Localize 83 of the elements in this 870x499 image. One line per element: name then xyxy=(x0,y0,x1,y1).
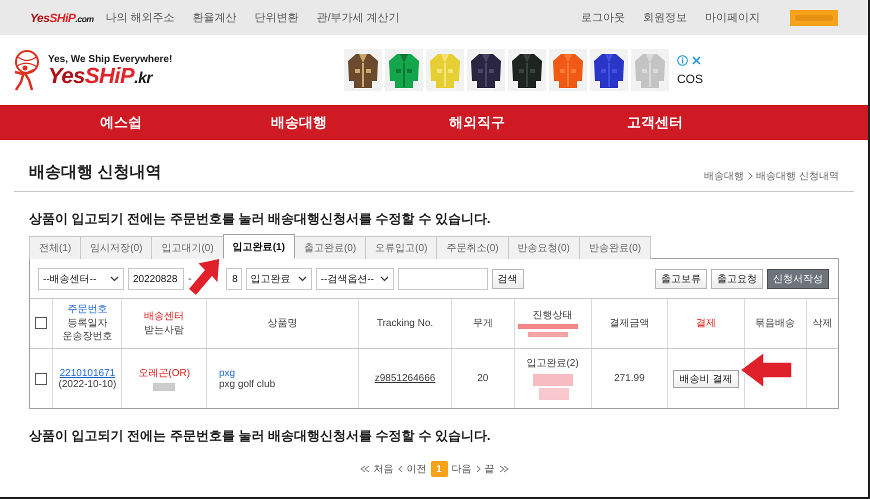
select-all-checkbox[interactable] xyxy=(35,317,48,330)
tracking-link[interactable]: z9851264666 xyxy=(374,373,436,384)
ad-brand[interactable]: COS xyxy=(677,72,704,86)
info-icon xyxy=(677,54,688,66)
nav-item[interactable]: 고객센터 xyxy=(627,114,683,132)
column-header: 배송센터 xyxy=(143,310,186,324)
logo[interactable]: YesSHiP.kr xyxy=(48,64,172,86)
double-chevron-right-icon xyxy=(498,465,510,473)
nav-link[interactable]: 관/부가세 계산기 xyxy=(316,10,400,25)
action-button[interactable]: 출고요청 xyxy=(711,269,763,289)
nav-item[interactable]: 배송대행 xyxy=(271,114,327,132)
tab[interactable]: 입고대기(0) xyxy=(151,236,224,259)
pay-shipping-button[interactable]: 배송비 결제 xyxy=(672,370,740,388)
tab[interactable]: 주문취소(0) xyxy=(436,236,509,259)
column-header: 무게 xyxy=(472,316,494,330)
column-header: 결제 xyxy=(695,316,718,330)
column-header: 받는사람 xyxy=(143,324,186,337)
tab[interactable]: 출고완료(0) xyxy=(294,236,366,259)
tab[interactable]: 오류입고(0) xyxy=(365,236,438,259)
blurred-text xyxy=(530,372,575,402)
column-header: Tracking No. xyxy=(376,316,434,330)
column-header: 묶음배송 xyxy=(754,316,796,330)
registration-date: (2022-10-10) xyxy=(58,378,118,390)
nav-item[interactable]: 해외직구 xyxy=(449,114,505,132)
double-chevron-left-icon xyxy=(358,465,370,473)
order-number-link[interactable]: 2210101671 xyxy=(56,368,118,378)
pointer-arrow xyxy=(186,256,222,298)
last-page-link[interactable]: 끝 xyxy=(484,462,494,476)
caret-icon xyxy=(298,276,307,282)
caret-icon xyxy=(380,276,389,282)
tab[interactable]: 반송완료(0) xyxy=(578,236,652,259)
date-field[interactable]: 20220828 xyxy=(128,268,184,290)
status-text: 입고완료(2) xyxy=(525,356,580,370)
page-title: 배송대행 신청내역 xyxy=(29,163,162,183)
date-field[interactable]: 8 xyxy=(226,268,242,290)
logo[interactable]: YesSHiP.com xyxy=(30,10,94,24)
search-field[interactable] xyxy=(398,268,488,290)
column-header: 삭제 xyxy=(811,316,834,330)
nav-link[interactable]: 나의 해외주소 xyxy=(106,10,175,25)
blurred-text xyxy=(153,383,176,391)
product-name: pxg golf club xyxy=(218,378,276,390)
tab[interactable]: 임시저장(0) xyxy=(80,236,152,259)
select-field[interactable]: --배송센터-- xyxy=(38,268,124,290)
column-header: 등록일자 xyxy=(66,316,108,330)
action-button[interactable]: 신청서작성 xyxy=(767,269,829,289)
range-separator: - xyxy=(188,273,192,285)
amount-value: 271.99 xyxy=(614,373,645,384)
blurred-text xyxy=(518,322,578,338)
tab[interactable]: 전체(1) xyxy=(29,236,82,259)
slogan: Yes, We Ship Everywhere! xyxy=(48,54,172,64)
next-page-link[interactable]: 다음 xyxy=(452,462,472,476)
account-link[interactable]: 회원정보 xyxy=(643,10,687,25)
notice-text: 상품이 입고되기 전에는 주문번호를 눌러 배송대행신청서를 수정할 수 있습니다. xyxy=(29,427,492,445)
notice-text: 상품이 입고되기 전에는 주문번호를 눌러 배송대행신청서를 수정할 수 있습니다. xyxy=(29,210,492,228)
caret-icon xyxy=(110,276,119,282)
tab[interactable]: 입고완료(1) xyxy=(222,234,295,259)
search-button[interactable]: 검색 xyxy=(492,269,524,289)
column-header: 주문번호 xyxy=(66,303,108,317)
nav-link[interactable]: 단위변환 xyxy=(254,10,299,25)
select-field[interactable]: --검색옵션-- xyxy=(316,268,394,290)
account-link[interactable]: 로그아웃 xyxy=(581,10,625,25)
column-header: 결제금액 xyxy=(608,316,650,330)
select-field[interactable]: 입고완료 xyxy=(246,268,312,290)
tab[interactable]: 반송요청(0) xyxy=(508,236,580,259)
close-icon xyxy=(691,54,702,66)
chevron-right-icon xyxy=(747,172,754,180)
row-checkbox[interactable] xyxy=(35,372,48,384)
weight-value: 20 xyxy=(477,373,488,384)
previous-page-link[interactable]: 이전 xyxy=(406,462,426,476)
nav-item[interactable]: 예스쉽 xyxy=(100,114,142,132)
column-header: 진행상태 xyxy=(532,308,574,322)
breadcrumb-item: 배송대행 신청내역 xyxy=(756,170,839,183)
center-name: 오레곤(OR) xyxy=(137,367,192,380)
chevron-right-icon xyxy=(474,465,480,473)
column-header: 상품명 xyxy=(266,316,299,330)
nav-link[interactable]: 환율계산 xyxy=(192,10,237,25)
product-brand: pxg xyxy=(218,368,236,378)
breadcrumb-item[interactable]: 배송대행 xyxy=(704,169,744,183)
action-button[interactable]: 출고보류 xyxy=(655,269,707,289)
chevron-left-icon xyxy=(398,465,404,473)
account-link[interactable]: 마이페이지 xyxy=(705,10,760,25)
column-header: 운송장번호 xyxy=(61,330,114,344)
first-page-link[interactable]: 처음 xyxy=(374,462,394,476)
